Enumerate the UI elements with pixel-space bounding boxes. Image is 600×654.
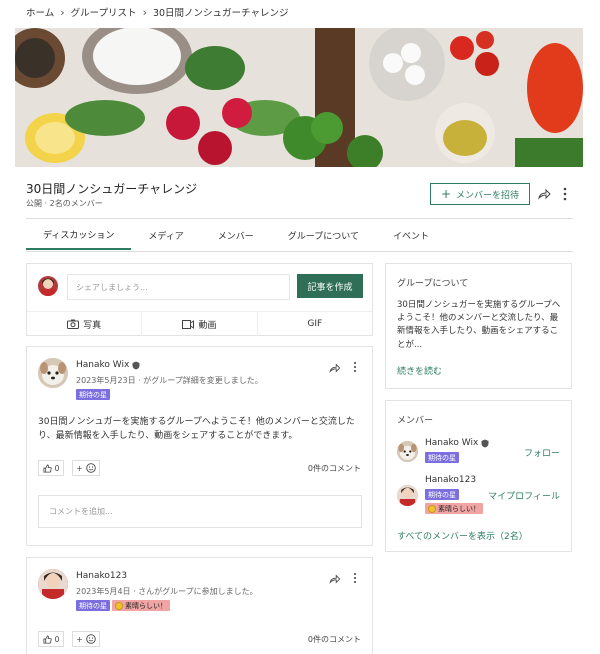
my-profile-link[interactable]: マイプロフィール [488,489,560,502]
status-badge: 期待の星 [425,489,459,500]
member-name[interactable]: Hanako123 [425,475,476,485]
badge-label: 素晴らしい！ [125,601,167,610]
tab-about[interactable]: グループについて [271,220,376,250]
about-title: グループについて [397,279,469,289]
plus-icon: + [76,634,83,644]
member-badges: 期待の星 [425,489,459,500]
admin-shield-icon [132,361,140,369]
smiley-icon [115,601,123,610]
comment-count[interactable]: 0件のコメント [308,463,361,474]
video-icon [182,319,195,329]
member-name-text: Hanako Wix [425,438,479,448]
group-meta: 公開 · 2名のメンバー [26,199,103,208]
avatar [38,569,68,599]
member-badges: 素晴らしい！ [425,503,483,516]
gif-button[interactable]: GIF [258,312,372,336]
member-badges: 期待の星 [76,389,110,400]
status-badge: 素晴らしい！ [425,503,483,514]
avatar [38,276,58,296]
smiley-icon [428,504,436,513]
post-author[interactable]: Hanako123 [76,571,127,581]
photo-label: 写真 [83,320,102,331]
tab-events[interactable]: イベント [376,220,446,250]
show-all-members-link[interactable]: すべてのメンバーを表示（2名） [397,529,528,542]
cover-illustration [15,28,583,167]
author-name: Hanako123 [76,571,128,581]
status-badge: 素晴らしい！ [112,600,170,611]
tab-media[interactable]: メディア [131,220,200,250]
like-count: 0 [54,634,60,644]
status-badge: 期待の星 [425,452,459,463]
about-text: 30日間ノンシュガーを実施するグループへようこそ！他のメンバーと交流したり、最新… [397,300,561,350]
invite-label: メンバーを招待 [456,190,520,201]
member-badges: 期待の星 素晴らしい！ [76,600,170,611]
post-date: 2023年5月4日 · さんがグループに参加しました。 [76,587,258,596]
member-badges: 期待の星 [425,452,459,463]
add-reaction-button[interactable]: + [72,460,100,476]
members-panel: メンバー Hanako Wix 期待の星 フォロー Hanako123 期待の星… [385,400,572,552]
like-button[interactable]: 0 [38,631,64,647]
author-name: Hanako Wix [76,360,130,370]
breadcrumb-group-list[interactable]: グループリスト [71,5,137,19]
like-count: 0 [54,463,60,473]
breadcrumb-current: 30日間ノンシュガーチャレンジ [152,8,289,19]
follow-button[interactable]: フォロー [524,446,560,459]
invite-members-button[interactable]: + メンバーを招待 [430,183,530,205]
share-icon[interactable] [537,187,551,201]
camera-icon [67,319,80,329]
gif-label: GIF [307,319,323,329]
about-panel: グループについて 30日間ノンシュガーを実施するグループへようこそ！他のメンバー… [385,263,572,389]
breadcrumb: ホーム › グループリスト › 30日間ノンシュガーチャレンジ [26,5,289,20]
read-more-link[interactable]: 続きを読む [397,364,442,377]
smiley-icon [85,463,96,473]
admin-shield-icon [481,439,489,447]
avatar [397,485,418,506]
tab-members[interactable]: メンバー [201,220,271,250]
post-card: Hanako Wix 2023年5月23日 · がグループ詳細を変更しました。 … [26,346,373,546]
comment-count[interactable]: 0件のコメント [308,634,361,645]
share-icon[interactable] [328,362,341,374]
post-composer: シェアしましょう... 記事を作成 写真 動画 GIF [26,263,373,336]
media-buttons: 写真 動画 GIF [27,312,372,336]
avatar [397,441,418,462]
smiley-icon [85,634,96,644]
like-button[interactable]: 0 [38,460,64,476]
chevron-right-icon: › [142,5,147,19]
share-icon[interactable] [328,573,341,585]
group-tabs: ディスカッション メディア メンバー グループについて イベント [26,220,573,252]
post-body: 30日間ノンシュガーを実施するグループへようこそ！他のメンバーと交流したり、最新… [38,417,355,442]
thumbs-up-icon [43,634,52,644]
video-label: 動画 [198,320,217,331]
share-input[interactable]: シェアしましょう... [67,274,290,300]
badge-label: 素晴らしい！ [438,504,480,513]
group-title: 30日間ノンシュガーチャレンジ [26,182,198,196]
cover-image [15,28,583,167]
more-options-icon[interactable] [351,571,359,585]
member-name-text: Hanako123 [425,475,477,485]
more-options-icon[interactable] [351,360,359,374]
status-badge: 期待の星 [76,600,110,611]
divider [26,218,573,219]
post-author[interactable]: Hanako Wix [76,360,140,370]
thumbs-up-icon [43,463,52,473]
plus-icon: + [440,187,452,201]
post-date: 2023年5月23日 · がグループ詳細を変更しました。 [76,376,263,385]
post-card: Hanako123 2023年5月4日 · さんがグループに参加しました。 期待… [26,557,373,654]
comment-input[interactable]: コメントを追加... [38,495,362,528]
tab-discussion[interactable]: ディスカッション [26,220,132,250]
add-reaction-button[interactable]: + [72,631,100,647]
video-button[interactable]: 動画 [142,312,258,336]
photo-button[interactable]: 写真 [27,312,143,336]
plus-icon: + [76,463,83,473]
breadcrumb-home[interactable]: ホーム [26,5,54,19]
status-badge: 期待の星 [76,389,110,400]
chevron-right-icon: › [60,5,65,19]
divider [26,251,573,252]
avatar [38,358,68,388]
member-name[interactable]: Hanako Wix [425,438,489,448]
more-options-icon[interactable] [560,186,570,202]
members-title: メンバー [397,416,434,426]
create-post-button[interactable]: 記事を作成 [297,274,363,298]
